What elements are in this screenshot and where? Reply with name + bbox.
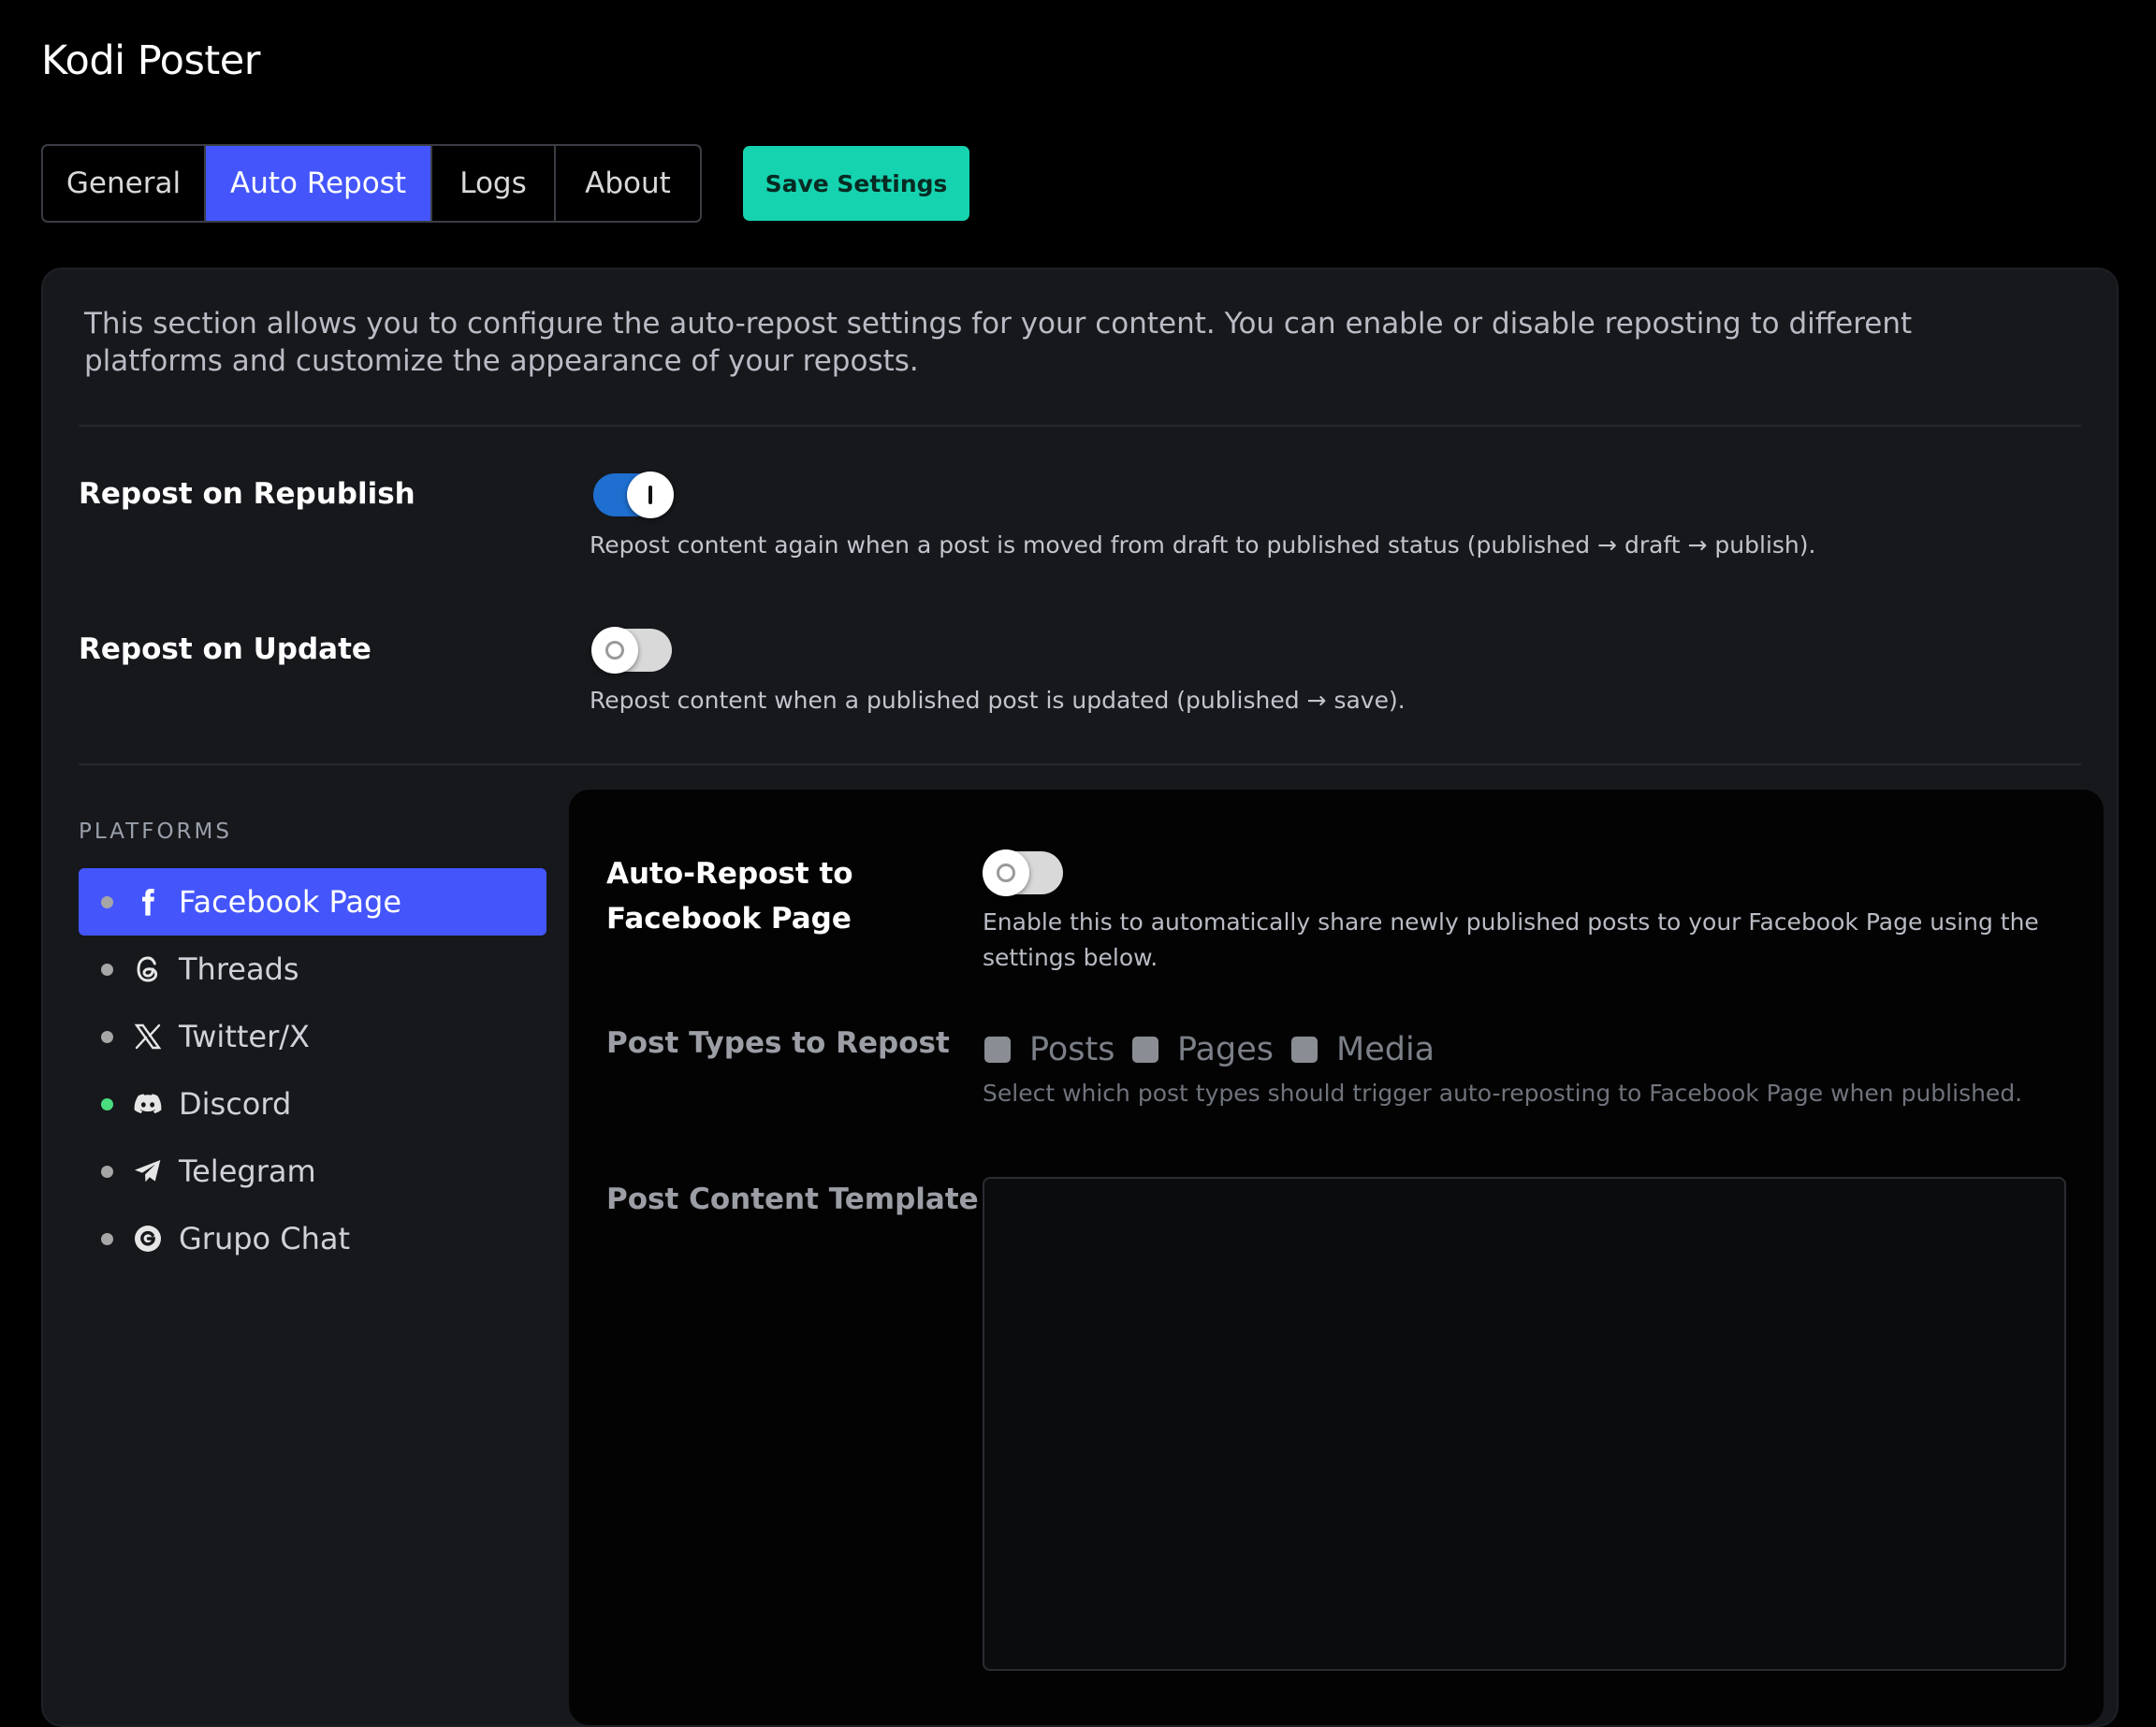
platform-item-facebook-page[interactable]: Facebook Page [79,868,546,936]
platform-label: Twitter/X [179,1019,310,1054]
auto-repost-label: Auto-Repost to Facebook Page [606,851,853,941]
x-icon [132,1021,164,1052]
platform-label: Grupo Chat [179,1221,351,1256]
repost-on-update-toggle[interactable] [591,627,672,674]
auto-repost-toggle[interactable] [983,849,1063,896]
platform-item-threads[interactable]: Threads [79,936,546,1003]
app-title: Kodi Poster [41,37,260,84]
platform-label: Threads [179,951,299,987]
checkbox-label: Media [1336,1031,1435,1068]
status-dot [101,1232,113,1245]
post-types-label: Post Types to Repost [606,1026,950,1060]
post-template-label: Post Content Template [606,1183,979,1216]
post-type-posts-checkbox[interactable]: Posts [984,1031,1114,1068]
checkbox-box [1132,1037,1158,1063]
post-template-textarea[interactable] [983,1177,2066,1671]
tab-general[interactable]: General [43,146,206,221]
post-types-help: Select which post types should trigger a… [983,1080,2023,1107]
checkbox-label: Posts [1029,1031,1115,1068]
status-dot [101,1030,113,1043]
platform-item-twitter-x[interactable]: Twitter/X [79,1003,546,1070]
save-settings-button[interactable]: Save Settings [743,146,969,221]
tab-auto-repost[interactable]: Auto Repost [206,146,432,221]
toggle-knob [591,627,638,674]
divider [79,763,2081,765]
platform-label: Facebook Page [179,884,401,920]
status-dot [101,895,113,908]
auto-repost-label-line1: Auto-Repost to [606,857,853,891]
discord-icon [132,1088,164,1120]
threads-icon [132,953,164,985]
post-type-media-checkbox[interactable]: Media [1291,1031,1435,1068]
auto-repost-label-line2: Facebook Page [606,902,852,936]
facebook-icon [132,886,164,918]
tab-bar: General Auto Repost Logs About [41,144,702,223]
repost-on-republish-help: Repost content again when a post is move… [590,531,1816,559]
toggle-knob [627,472,674,518]
checkbox-label: Pages [1177,1031,1274,1068]
tab-about[interactable]: About [556,146,700,221]
platform-label: Telegram [179,1154,316,1189]
post-type-pages-checkbox[interactable]: Pages [1132,1031,1274,1068]
platform-item-grupo-chat[interactable]: Grupo Chat [79,1205,546,1272]
status-dot [101,963,113,976]
divider [79,425,2081,427]
toggle-knob [983,849,1029,896]
tab-logs[interactable]: Logs [432,146,556,221]
platform-item-discord[interactable]: Discord [79,1070,546,1138]
repost-on-republish-label: Repost on Republish [79,477,415,511]
auto-repost-help: Enable this to automatically share newly… [983,908,2039,971]
telegram-icon [132,1155,164,1187]
grupo-chat-icon [132,1223,164,1255]
platform-item-telegram[interactable]: Telegram [79,1138,546,1205]
repost-on-republish-toggle[interactable] [593,472,674,518]
checkbox-box [1291,1037,1318,1063]
platforms-heading: PLATFORMS [79,820,232,844]
platform-label: Discord [179,1086,292,1122]
section-description: This section allows you to configure the… [84,307,1913,378]
repost-on-update-help: Repost content when a published post is … [590,687,1406,714]
repost-on-update-label: Repost on Update [79,632,371,666]
status-dot [101,1097,113,1110]
checkbox-box [984,1037,1011,1063]
status-dot [101,1165,113,1178]
